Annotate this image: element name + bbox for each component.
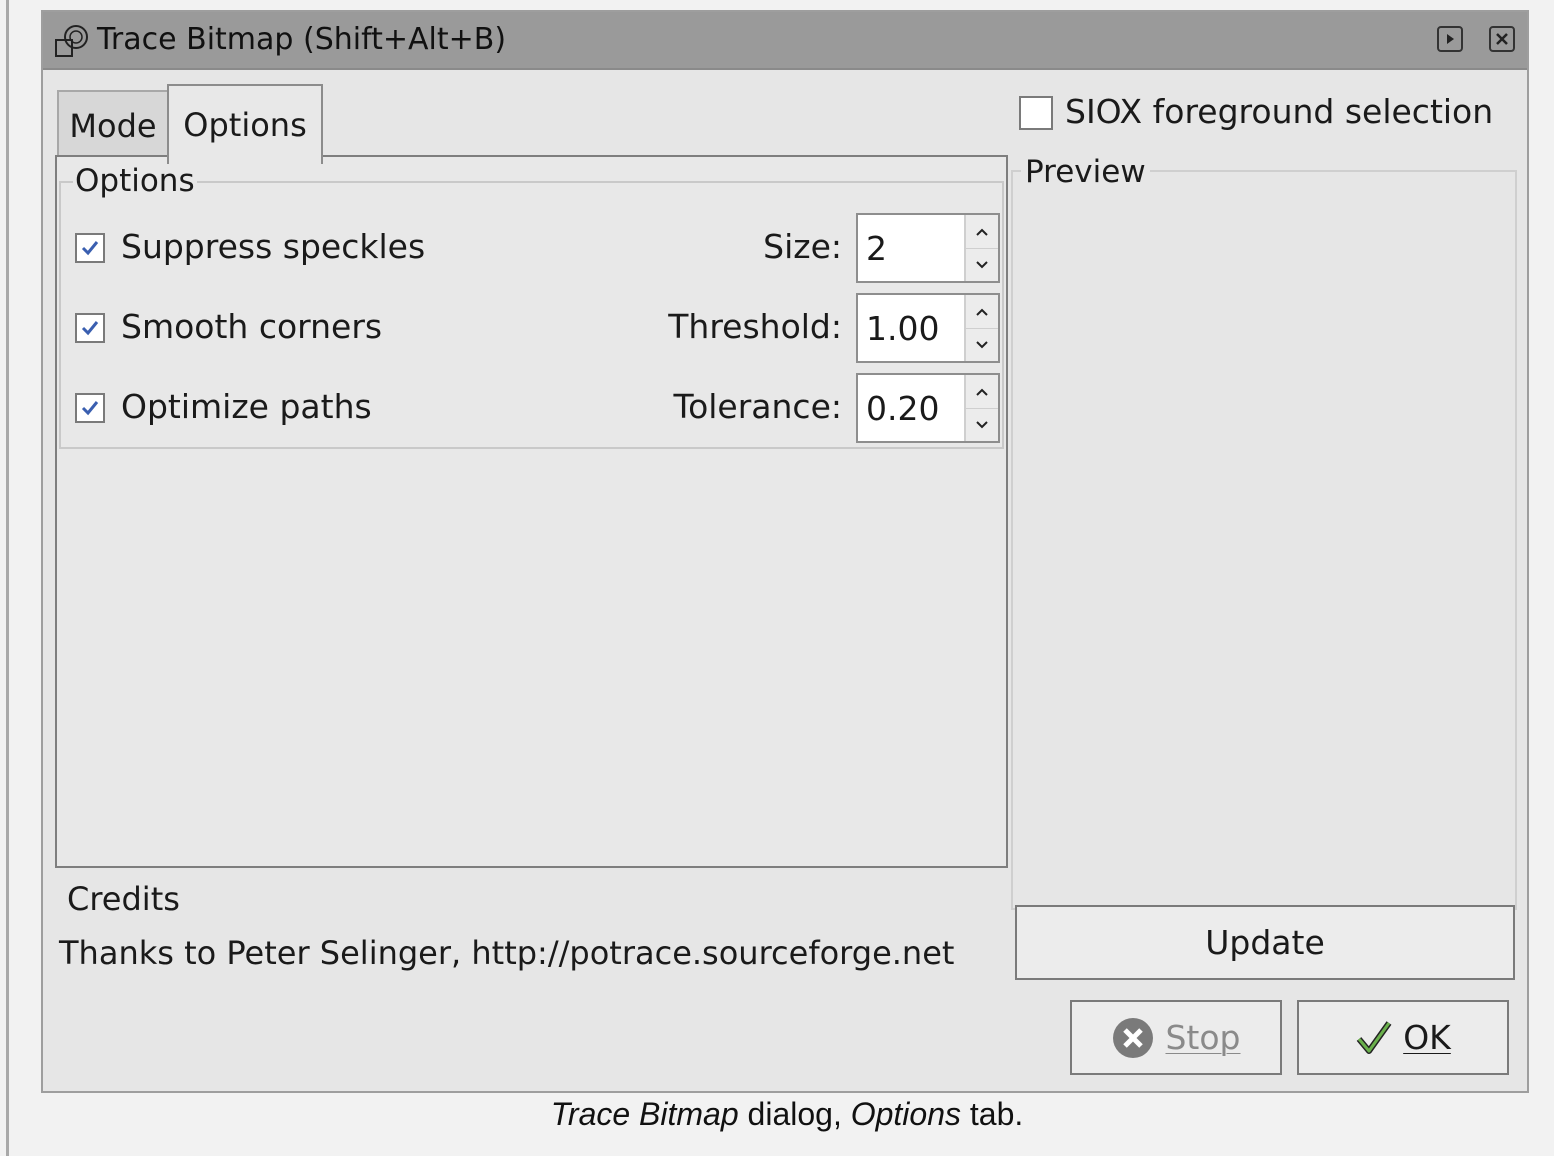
suppress-speckles-row: Suppress speckles Size: 2: [75, 213, 1000, 283]
trace-bitmap-icon: [53, 22, 91, 60]
page-left-border: [6, 0, 9, 1156]
preview-legend: Preview: [1021, 154, 1150, 190]
threshold-spinbox[interactable]: 1.00: [856, 293, 1000, 363]
chevron-down-icon[interactable]: [966, 248, 998, 281]
shade-icon[interactable]: [1437, 26, 1463, 52]
tab-mode[interactable]: Mode: [57, 90, 167, 160]
tolerance-value[interactable]: 0.20: [866, 389, 939, 428]
credits-title: Credits: [67, 880, 180, 918]
size-spinbox[interactable]: 2: [856, 213, 1000, 283]
size-value[interactable]: 2: [866, 229, 887, 268]
threshold-label: Threshold:: [668, 307, 842, 346]
credits-text: Thanks to Peter Selinger, http://potrace…: [59, 934, 955, 972]
threshold-value[interactable]: 1.00: [866, 309, 939, 348]
caption-dialog-name: Trace Bitmap: [550, 1096, 739, 1132]
ok-button[interactable]: OK: [1297, 1000, 1509, 1075]
tolerance-spin-buttons: [964, 375, 998, 441]
chevron-up-icon[interactable]: [966, 215, 998, 249]
optimize-paths-label: Optimize paths: [121, 387, 372, 426]
siox-checkbox[interactable]: [1019, 96, 1053, 130]
options-tab-panel: Options Suppress speckles Size: 2 Smooth…: [55, 155, 1008, 868]
ok-button-label: OK: [1403, 1018, 1451, 1057]
trace-bitmap-dialog: Trace Bitmap (Shift+Alt+B) Mode Options …: [41, 10, 1529, 1093]
suppress-speckles-label: Suppress speckles: [121, 227, 426, 266]
stop-button-label: Stop: [1165, 1018, 1241, 1057]
chevron-down-icon[interactable]: [966, 408, 998, 441]
close-icon[interactable]: [1489, 26, 1515, 52]
tolerance-spinbox[interactable]: 0.20: [856, 373, 1000, 443]
optimize-paths-row: Optimize paths Tolerance: 0.20: [75, 373, 1000, 443]
tolerance-label: Tolerance:: [673, 387, 842, 426]
size-spin-buttons: [964, 215, 998, 281]
smooth-corners-row: Smooth corners Threshold: 1.00: [75, 293, 1000, 363]
tab-mode-label: Mode: [69, 107, 157, 145]
preview-frame: Preview: [1011, 154, 1517, 910]
suppress-speckles-checkbox[interactable]: [75, 233, 105, 263]
caption-text-1: dialog,: [738, 1096, 851, 1132]
stop-icon: [1111, 1016, 1155, 1060]
siox-option: SIOX foreground selection: [1019, 88, 1519, 138]
stop-button[interactable]: Stop: [1070, 1000, 1282, 1075]
update-button-label: Update: [1205, 923, 1325, 962]
tab-options-label: Options: [183, 106, 307, 144]
figure-caption: Trace Bitmap dialog, Options tab.: [0, 1096, 1554, 1133]
caption-text-2: tab.: [961, 1096, 1024, 1132]
smooth-corners-checkbox[interactable]: [75, 313, 105, 343]
options-frame: Options Suppress speckles Size: 2 Smooth…: [59, 163, 1004, 449]
optimize-paths-checkbox[interactable]: [75, 393, 105, 423]
update-button[interactable]: Update: [1015, 905, 1515, 980]
smooth-corners-label: Smooth corners: [121, 307, 383, 346]
chevron-up-icon[interactable]: [966, 295, 998, 329]
titlebar[interactable]: Trace Bitmap (Shift+Alt+B): [43, 12, 1527, 70]
options-frame-legend: Options: [73, 163, 197, 199]
tab-options[interactable]: Options: [167, 84, 323, 164]
chevron-down-icon[interactable]: [966, 328, 998, 361]
caption-tab-name: Options: [850, 1096, 961, 1132]
siox-label: SIOX foreground selection: [1065, 92, 1494, 131]
threshold-spin-buttons: [964, 295, 998, 361]
size-label: Size:: [763, 227, 842, 266]
chevron-up-icon[interactable]: [966, 375, 998, 409]
check-icon: [1355, 1019, 1393, 1057]
window-title: Trace Bitmap (Shift+Alt+B): [97, 22, 507, 57]
